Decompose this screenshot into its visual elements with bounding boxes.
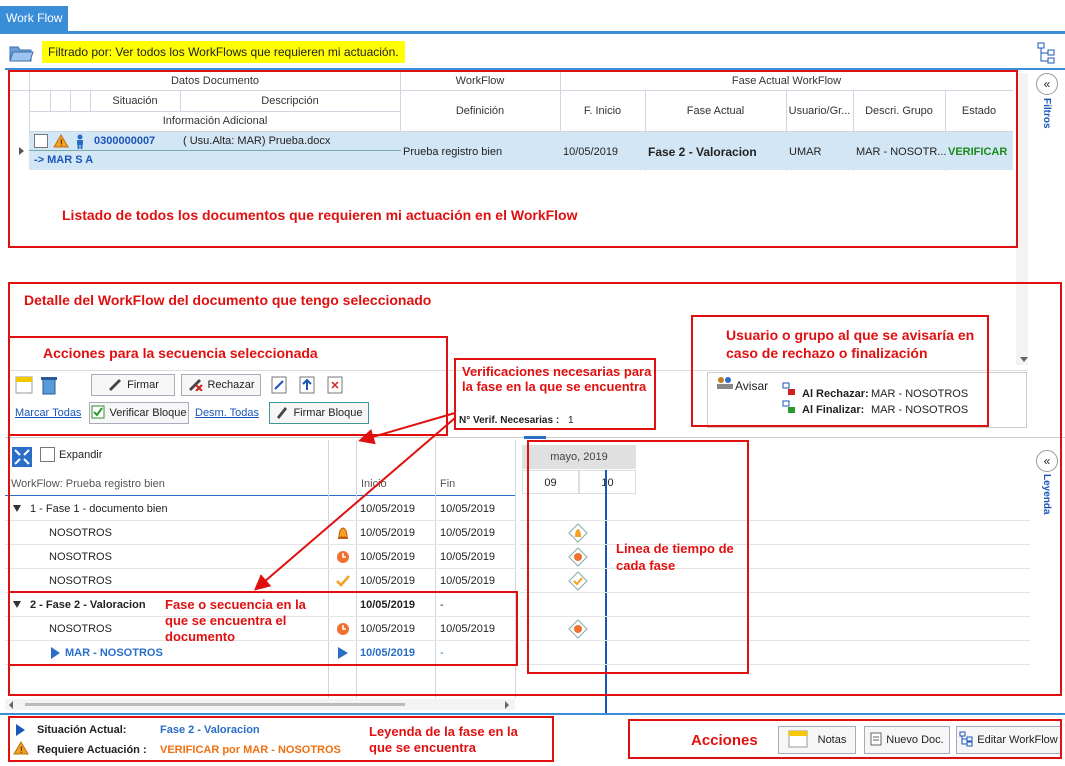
annotation-arrows (253, 412, 456, 591)
